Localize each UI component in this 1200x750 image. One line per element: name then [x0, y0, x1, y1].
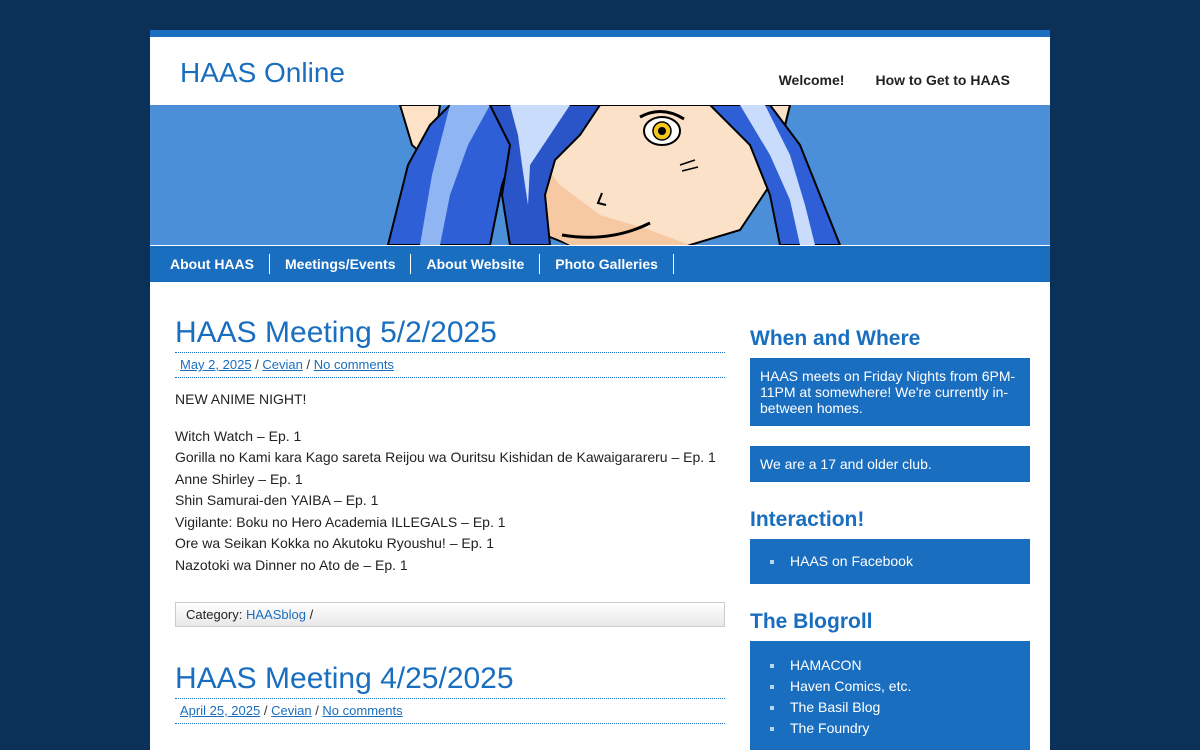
nav-about-haas[interactable]: About HAAS: [155, 254, 270, 274]
widget-interaction: HAAS on Facebook: [750, 539, 1030, 584]
post-comments-link[interactable]: No comments: [314, 357, 394, 372]
post-line: Vigilante: Boku no Hero Academia ILLEGAL…: [175, 513, 506, 530]
page-container: HAAS Online Welcome! How to Get to HAAS: [150, 30, 1050, 750]
post-title[interactable]: HAAS Meeting 4/25/2025: [175, 661, 725, 697]
header-banner: [150, 105, 1050, 245]
post-date-link[interactable]: April 25, 2025: [180, 703, 260, 718]
post-line: Gorilla no Kami kara Kago sareta Reijou …: [175, 449, 716, 465]
post-body: NEW ANIME NIGHT! Witch Watch – Ep. 1 Gor…: [175, 389, 725, 576]
post-meta: May 2, 2025 / Cevian / No comments: [175, 352, 725, 378]
list-item: Haven Comics, etc.: [750, 676, 1030, 697]
post-title-link[interactable]: HAAS Meeting 4/25/2025: [175, 662, 514, 695]
interaction-list: HAAS on Facebook: [750, 551, 1030, 572]
post-line: Witch Watch – Ep. 1: [175, 427, 302, 444]
blogroll-link[interactable]: Haven Comics, etc.: [790, 678, 911, 694]
category-link[interactable]: HAASblog: [246, 607, 306, 622]
widget-when-where-text: HAAS meets on Friday Nights from 6PM-11P…: [750, 358, 1030, 426]
top-nav-how-to-get[interactable]: How to Get to HAAS: [875, 72, 1010, 88]
widget-blogroll: HAMACON Haven Comics, etc. The Basil Blo…: [750, 641, 1030, 750]
post-author-link[interactable]: Cevian: [271, 703, 311, 718]
category-label: Category:: [186, 607, 243, 622]
meeting-info-text: HAAS meets on Friday Nights from 6PM-11P…: [760, 368, 1016, 416]
list-item: HAAS on Facebook: [750, 551, 1030, 572]
post-category-box: Category: HAASblog /: [175, 602, 725, 627]
top-nav: Welcome! How to Get to HAAS: [779, 72, 1010, 88]
blogroll-link[interactable]: The Foundry: [790, 720, 869, 736]
post-date-link[interactable]: May 2, 2025: [180, 357, 252, 372]
widget-title-interaction: Interaction!: [750, 508, 865, 531]
list-item: The Foundry: [750, 718, 1030, 739]
age-info-text: We are a 17 and older club.: [760, 456, 932, 472]
main-content: HAAS Meeting 5/2/2025 May 2, 2025 / Cevi…: [175, 315, 725, 724]
main-nav: About HAAS Meetings/Events About Website…: [150, 245, 1050, 282]
site-title[interactable]: HAAS Online: [180, 57, 345, 89]
blogroll-link[interactable]: HAMACON: [790, 657, 862, 673]
post-title-link[interactable]: HAAS Meeting 5/2/2025: [175, 316, 497, 349]
post-title[interactable]: HAAS Meeting 5/2/2025: [175, 315, 725, 351]
blogroll-link[interactable]: The Basil Blog: [790, 699, 880, 715]
post-line: Anne Shirley – Ep. 1: [175, 470, 303, 487]
nav-meetings-events[interactable]: Meetings/Events: [270, 254, 412, 274]
facebook-link[interactable]: HAAS on Facebook: [790, 553, 913, 569]
category-suffix: /: [309, 607, 314, 622]
widget-age-text: We are a 17 and older club.: [750, 446, 1030, 482]
nav-photo-galleries[interactable]: Photo Galleries: [540, 254, 674, 274]
meta-separator: /: [263, 703, 272, 718]
list-item: HAMACON: [750, 655, 1030, 676]
post: HAAS Meeting 4/25/2025 April 25, 2025 / …: [175, 661, 725, 724]
nav-about-website[interactable]: About Website: [411, 254, 541, 274]
list-item: The Basil Blog: [750, 697, 1030, 718]
widget-title-blogroll: The Blogroll: [750, 610, 873, 633]
anime-character-illustration: [386, 105, 842, 245]
post: HAAS Meeting 5/2/2025 May 2, 2025 / Cevi…: [175, 315, 725, 627]
post-line: Shin Samurai-den YAIBA – Ep. 1: [175, 492, 379, 508]
post-author-link[interactable]: Cevian: [262, 357, 302, 372]
top-accent-bar: [150, 30, 1050, 37]
post-comments-link[interactable]: No comments: [322, 703, 402, 718]
post-line: Ore wa Seikan Kokka no Akutoku Ryoushu! …: [175, 535, 495, 551]
blogroll-list: HAMACON Haven Comics, etc. The Basil Blo…: [750, 655, 1030, 739]
widget-title-when-where: When and Where: [750, 327, 921, 350]
post-intro: NEW ANIME NIGHT!: [175, 391, 307, 407]
meta-separator: /: [306, 357, 314, 372]
post-line: Nazotoki wa Dinner no Ato de – Ep. 1: [175, 556, 408, 573]
top-nav-welcome[interactable]: Welcome!: [779, 72, 845, 88]
sidebar: When and Where HAAS meets on Friday Nigh…: [750, 325, 1030, 750]
post-meta: April 25, 2025 / Cevian / No comments: [175, 698, 725, 724]
